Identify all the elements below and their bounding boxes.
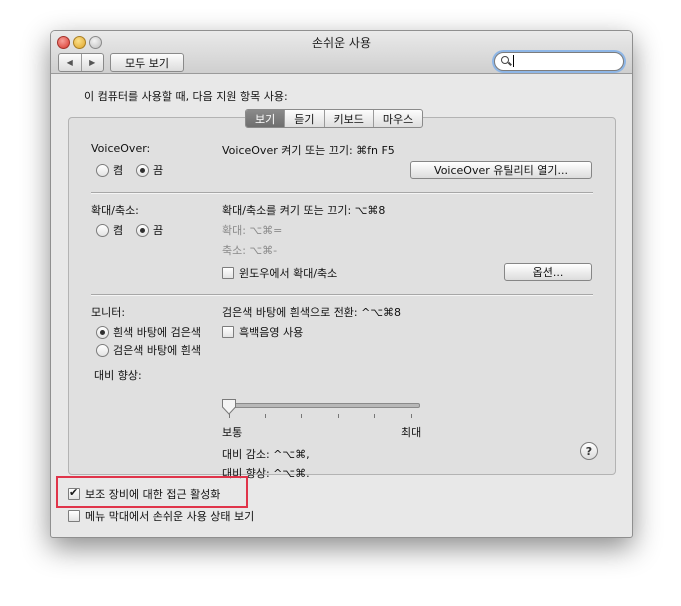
show-all-button[interactable]: 모두 보기 <box>110 53 184 72</box>
preferences-window: 손쉬운 사용 ◀ ▶ 모두 보기 이 컴퓨터를 사용할 때, 다음 지원 항목 … <box>50 30 633 538</box>
grayscale-checkbox[interactable]: 흑백음영 사용 <box>222 324 303 340</box>
seeing-panel: VoiceOver: 켬 끔 VoiceOver 켜기 또는 끄기: ⌘fn F… <box>68 117 616 480</box>
back-button[interactable]: ◀ <box>59 54 81 71</box>
zoom-toggle-shortcut: 확대/축소를 켜기 또는 끄기: ⌥⌘8 <box>222 204 386 217</box>
window-title: 손쉬운 사용 <box>311 36 371 50</box>
radio-indicator <box>96 325 109 339</box>
slider-tick <box>338 414 339 418</box>
tab-hearing[interactable]: 듣기 <box>284 110 323 127</box>
zoom-on-label: 켬 <box>113 224 124 237</box>
nav-button-group: ◀ ▶ <box>58 53 104 72</box>
contrast-label: 대비 향상: <box>94 369 142 382</box>
help-button[interactable]: ? <box>580 442 598 460</box>
black-on-white-radio[interactable]: 흰색 바탕에 검은색 <box>96 324 201 340</box>
assistive-devices-label: 보조 장비에 대한 접근 활성화 <box>85 488 221 501</box>
voiceover-off-label: 끔 <box>153 164 164 177</box>
zoom-off-label: 끔 <box>153 224 164 237</box>
voiceover-on-label: 켬 <box>113 164 124 177</box>
white-on-black-label: 검은색 바탕에 흰색 <box>113 344 201 357</box>
category-tabs: 보기 듣기 키보드 마우스 <box>245 109 424 128</box>
divider <box>91 192 593 194</box>
assistive-devices-checkbox[interactable]: 보조 장비에 대한 접근 활성화 <box>68 486 220 502</box>
title-bar: 손쉬운 사용 ◀ ▶ 모두 보기 <box>51 31 632 74</box>
radio-indicator <box>96 223 109 237</box>
radio-indicator <box>96 343 109 357</box>
forward-button[interactable]: ▶ <box>80 54 104 71</box>
window-zoom-label: 윈도우에서 확대/축소 <box>239 267 338 280</box>
search-icon <box>501 56 509 64</box>
slider-tick <box>374 414 375 418</box>
tab-keyboard[interactable]: 키보드 <box>323 110 373 127</box>
slider-tick <box>229 414 230 418</box>
checkbox-indicator <box>222 326 234 338</box>
voiceover-on-radio[interactable]: 켬 <box>96 162 123 178</box>
slider-tick <box>411 414 412 418</box>
back-arrow-icon: ◀ <box>66 58 73 67</box>
contrast-decrease-shortcut: 대비 감소: ^⌥⌘, <box>222 448 310 461</box>
slider-tick <box>301 414 302 418</box>
radio-indicator <box>96 163 109 177</box>
voiceover-utility-button[interactable]: VoiceOver 유틸리티 열기... <box>410 161 592 179</box>
invert-shortcut-text: 검은색 바탕에 흰색으로 전환: ^⌥⌘8 <box>222 306 402 319</box>
zoom-in-shortcut: 확대: ⌥⌘= <box>222 224 283 237</box>
voiceover-label: VoiceOver: <box>91 142 151 155</box>
zoom-on-radio[interactable]: 켬 <box>96 222 123 238</box>
checkbox-indicator <box>68 510 80 522</box>
intro-label: 이 컴퓨터를 사용할 때, 다음 지원 항목 사용: <box>84 90 288 103</box>
black-on-white-label: 흰색 바탕에 검은색 <box>113 326 201 339</box>
display-label: 모니터: <box>91 306 126 319</box>
zoom-off-radio[interactable]: 끔 <box>136 222 163 238</box>
window-zoom-checkbox[interactable]: 윈도우에서 확대/축소 <box>222 265 337 281</box>
zoom-options-button[interactable]: 옵션... <box>504 263 592 281</box>
contrast-min-label: 보통 <box>222 426 243 439</box>
white-on-black-radio[interactable]: 검은색 바탕에 흰색 <box>96 342 201 358</box>
tab-seeing[interactable]: 보기 <box>246 110 285 127</box>
contrast-max-label: 최대 <box>401 426 422 439</box>
menu-bar-status-label: 메뉴 막대에서 손쉬운 사용 상태 보기 <box>85 510 255 523</box>
search-input[interactable] <box>513 55 614 67</box>
grayscale-label: 흑백음영 사용 <box>239 326 304 339</box>
divider <box>91 294 593 296</box>
search-field[interactable] <box>494 52 624 71</box>
menu-bar-status-checkbox[interactable]: 메뉴 막대에서 손쉬운 사용 상태 보기 <box>68 508 254 524</box>
voiceover-off-radio[interactable]: 끔 <box>136 162 163 178</box>
voiceover-shortcut-text: VoiceOver 켜기 또는 끄기: ⌘fn F5 <box>222 144 395 157</box>
radio-indicator <box>136 163 149 177</box>
tab-mouse[interactable]: 마우스 <box>372 110 422 127</box>
checkbox-indicator <box>222 267 234 279</box>
radio-indicator <box>136 223 149 237</box>
forward-arrow-icon: ▶ <box>89 58 96 67</box>
zoom-out-shortcut: 축소: ⌥⌘- <box>222 244 278 257</box>
checkbox-indicator <box>68 486 80 500</box>
slider-tick <box>265 414 266 418</box>
zoom-label: 확대/축소: <box>91 204 139 217</box>
contrast-slider[interactable] <box>222 403 420 408</box>
